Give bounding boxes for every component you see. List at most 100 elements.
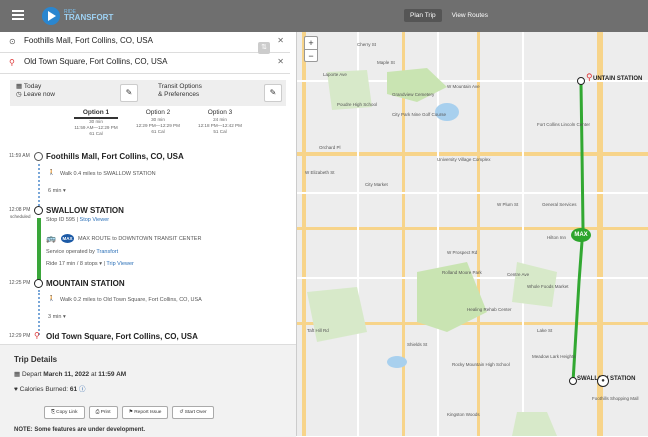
main-tabs: Plan Trip View Routes bbox=[404, 9, 494, 22]
route-option-1[interactable]: Option 1 30 min 11:59 AM—12:29 PM 61 Cal bbox=[74, 108, 118, 137]
map-label: City Park Nine Golf Course bbox=[392, 112, 447, 117]
destination-pin-icon: ⚲ bbox=[34, 331, 40, 340]
station-node-icon bbox=[34, 279, 43, 288]
date-options[interactable]: ▦ Today ◷ Leave now bbox=[16, 83, 55, 109]
destination-pin-icon: ⚲ bbox=[9, 58, 15, 67]
map-label: Kingston Woods bbox=[447, 412, 480, 417]
walk-path-line bbox=[38, 164, 40, 210]
walk-icon: 🚶 bbox=[48, 170, 55, 176]
map-label: Whole Foods Market bbox=[527, 284, 569, 289]
map-label: University Village Complex bbox=[437, 157, 491, 162]
ride-summary-toggle[interactable]: Ride 17 min / 8 stops bbox=[46, 261, 98, 267]
map-label: W Elizabeth St bbox=[305, 170, 335, 175]
mountain-station-marker[interactable] bbox=[577, 77, 585, 85]
map-label: Shields St bbox=[407, 342, 428, 347]
calendar-icon: ▦ bbox=[14, 371, 22, 378]
map-label: Rocky Mountain High School bbox=[452, 362, 510, 367]
depart-row: ▦ Depart March 11, 2022 at 11:59 AM bbox=[14, 371, 127, 378]
stop-name: MOUNTAIN STATION bbox=[46, 279, 125, 288]
route-name: MAX ROUTE to DOWNTOWN TRANSIT CENTER bbox=[78, 236, 202, 242]
edit-transit-options-icon[interactable]: ✎ bbox=[264, 84, 282, 102]
scheduled-label: scheduled bbox=[10, 214, 31, 219]
map-label: Hilton Inn bbox=[547, 235, 567, 240]
origin-map-marker-icon[interactable]: ● bbox=[597, 375, 609, 387]
start-over-button[interactable]: ↺ Start Over bbox=[172, 406, 214, 419]
transfort-logo-icon bbox=[42, 7, 60, 25]
trip-details: Trip Details ▦ Depart March 11, 2022 at … bbox=[0, 344, 296, 437]
map-label: Poudre High School bbox=[337, 102, 378, 107]
top-bar: RIDE TRANSFORT Plan Trip View Routes bbox=[0, 0, 648, 32]
walk-duration-toggle[interactable]: 3 min ▾ bbox=[48, 314, 66, 320]
walk-path-line bbox=[38, 290, 40, 335]
walk-icon: 🚶 bbox=[48, 296, 55, 302]
development-note: NOTE: Some features are under developmen… bbox=[14, 427, 146, 433]
map-label: Laporte Ave bbox=[323, 72, 347, 77]
clear-destination-icon[interactable]: ✕ bbox=[277, 57, 284, 66]
map-label: Lake St bbox=[537, 328, 553, 333]
max-route-map-badge[interactable]: MAX bbox=[571, 228, 591, 242]
map-label: W Mountain Ave bbox=[447, 84, 480, 89]
walk-instruction: Walk 0.4 miles to SWALLOW STATION bbox=[60, 171, 156, 177]
origin-node-icon bbox=[34, 152, 43, 161]
info-icon[interactable]: ⓘ bbox=[79, 386, 86, 393]
calendar-icon: ▦ bbox=[16, 83, 24, 90]
action-buttons: ⎘ Copy Link ⎙ Print ⚑ Report Issue ↺ Sta… bbox=[44, 406, 214, 419]
trip-details-title: Trip Details bbox=[14, 355, 58, 364]
zoom-in-button[interactable]: + bbox=[305, 37, 317, 49]
options-bar: ▦ Today ◷ Leave now ✎ Transit Options & … bbox=[10, 80, 286, 106]
bus-icon: 🚌 bbox=[46, 234, 56, 243]
map-label: General Services bbox=[542, 202, 577, 207]
destination-field[interactable]: ⚲ Old Town Square, Fort Collins, CO, USA… bbox=[0, 53, 290, 74]
map-label: Taft Hill Rd bbox=[307, 328, 329, 333]
origin-field[interactable]: ⊙ Foothills Mall, Fort Collins, CO, USA … bbox=[0, 32, 290, 53]
map-label: Orchard Pl bbox=[319, 145, 341, 150]
map-label: W Prospect Rd bbox=[447, 250, 478, 255]
route-options: Option 1 30 min 11:59 AM—12:29 PM 61 Cal… bbox=[74, 108, 242, 137]
swap-icon[interactable]: ⇅ bbox=[258, 42, 270, 54]
map-label: Foothills Shopping Mall bbox=[592, 396, 639, 401]
walk-duration-toggle[interactable]: 6 min ▾ bbox=[48, 188, 66, 194]
map-label: Healing Rehab Center bbox=[467, 307, 512, 312]
map-label: Grandview Cemetery bbox=[392, 92, 435, 97]
destination-map-pin-icon[interactable]: ⚲ bbox=[586, 72, 593, 83]
route-option-3[interactable]: Option 3 24 min 12:18 PM—12:42 PM 51 Cal bbox=[198, 108, 242, 137]
map-label: Centre Ave bbox=[507, 272, 530, 277]
stop-name: SWALLOW STATION bbox=[46, 206, 124, 215]
map-label: Cherry St bbox=[357, 42, 377, 47]
trip-viewer-link[interactable]: Trip Viewer bbox=[106, 261, 134, 267]
operator-link[interactable]: Transfort bbox=[96, 249, 118, 255]
map-label: W Plum St bbox=[497, 202, 519, 207]
mountain-station-label: UNTAIN STATION bbox=[593, 76, 643, 82]
max-route-badge: MAX bbox=[61, 234, 74, 243]
walk-instruction: Walk 0.2 miles to Old Town Square, Fort … bbox=[60, 297, 202, 303]
map-label: Meadow Lark Heights bbox=[532, 354, 576, 359]
stop-time: 12:29 PM bbox=[9, 333, 31, 339]
map-label: City Market bbox=[365, 182, 388, 187]
zoom-out-button[interactable]: − bbox=[305, 49, 317, 62]
stop-time: 12:25 PM bbox=[9, 280, 31, 286]
zoom-control: + − bbox=[304, 36, 318, 62]
station-node-icon bbox=[34, 206, 43, 215]
transit-options[interactable]: Transit Options & Preferences bbox=[158, 83, 202, 109]
stop-name: Old Town Square, Fort Collins, CO, USA bbox=[46, 332, 198, 341]
tab-view-routes[interactable]: View Routes bbox=[446, 9, 494, 22]
menu-icon[interactable] bbox=[12, 10, 24, 20]
swallow-station-marker[interactable] bbox=[569, 377, 577, 385]
stop-viewer-link[interactable]: Stop Viewer bbox=[80, 217, 110, 223]
edit-date-icon[interactable]: ✎ bbox=[120, 84, 138, 102]
report-issue-button[interactable]: ⚑ Report Issue bbox=[121, 406, 169, 419]
route-option-2[interactable]: Option 2 30 min 12:29 PM—12:29 PM 61 Cal bbox=[136, 108, 180, 137]
tab-plan-trip[interactable]: Plan Trip bbox=[404, 9, 442, 22]
map-label: Fort Collins Lincoln Center bbox=[537, 122, 591, 127]
map-label: Maple St bbox=[377, 60, 395, 65]
stop-time: 12:08 PM bbox=[9, 207, 31, 213]
map-view[interactable]: Laporte Ave W Mountain Ave Poudre High S… bbox=[297, 32, 648, 436]
origin-icon: ⊙ bbox=[9, 37, 16, 46]
print-button[interactable]: ⎙ Print bbox=[88, 406, 118, 419]
stop-name: Foothills Mall, Fort Collins, CO, USA bbox=[46, 152, 184, 161]
transit-path-line bbox=[37, 218, 41, 283]
map-label: Rolland Moore Park bbox=[442, 270, 482, 275]
clear-origin-icon[interactable]: ✕ bbox=[277, 36, 284, 45]
copy-link-button[interactable]: ⎘ Copy Link bbox=[44, 406, 85, 419]
calories-row: ♥ Calories Burned: 61 ⓘ bbox=[14, 386, 86, 393]
